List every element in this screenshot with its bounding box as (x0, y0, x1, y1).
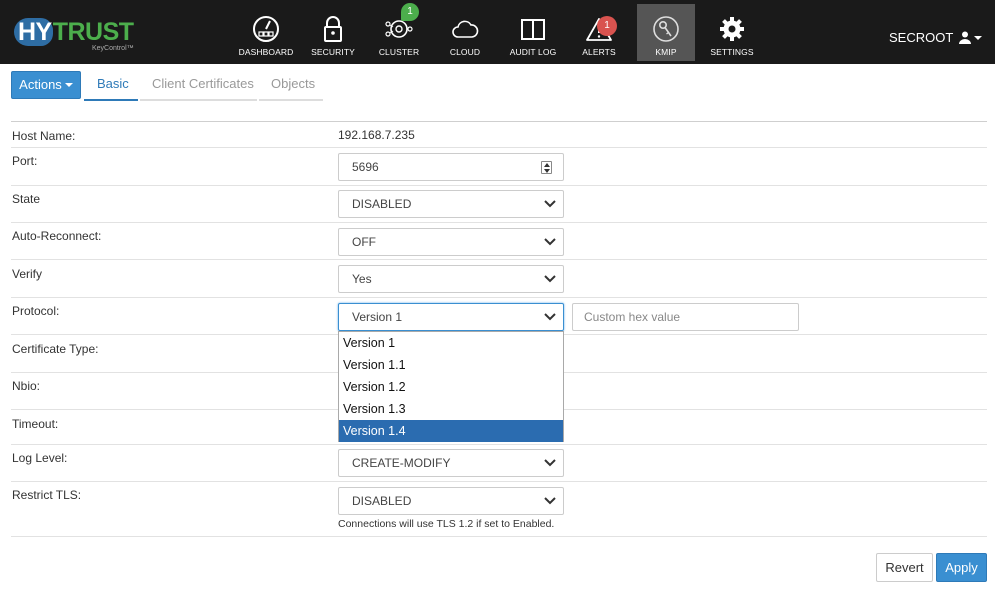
tab-objects-underline (259, 99, 323, 101)
protocol-label: Protocol: (12, 304, 60, 318)
log-level-value: CREATE-MODIFY (352, 456, 451, 470)
nav-audit-log[interactable]: AUDIT LOG (502, 4, 564, 61)
row-divider (11, 147, 987, 148)
tab-objects[interactable]: Objects (271, 76, 315, 99)
chevron-down-icon (544, 238, 556, 246)
cluster-badge: 1 (401, 3, 419, 21)
dashboard-gauge-icon (253, 16, 279, 42)
row-divider (11, 222, 987, 223)
restrict-tls-help-text: Connections will use TLS 1.2 if set to E… (338, 518, 555, 530)
auto-reconnect-label: Auto-Reconnect: (12, 229, 102, 243)
protocol-option[interactable]: Version 1.3 (339, 398, 563, 420)
actions-button[interactable]: Actions (11, 71, 81, 99)
apply-button[interactable]: Apply (936, 553, 987, 582)
tab-client-certificates[interactable]: Client Certificates (152, 76, 254, 99)
nav-label-cloud: CLOUD (449, 47, 481, 57)
nav-label-kmip: KMIP (655, 47, 677, 57)
logo-text-trust: TRUST (52, 18, 134, 46)
host-name-label: Host Name: (12, 129, 76, 143)
auto-reconnect-value: OFF (352, 235, 376, 249)
user-menu-caret-icon (974, 36, 983, 40)
protocol-option[interactable]: Version 1 (339, 332, 563, 354)
timeout-label: Timeout: (12, 417, 59, 431)
logo-text-hy: HY (14, 18, 53, 46)
state-select[interactable]: DISABLED (338, 190, 564, 218)
protocol-option[interactable]: Version 1.2 (339, 376, 563, 398)
gear-icon (720, 17, 744, 41)
nav-label-security: SECURITY (311, 47, 355, 57)
top-nav-bar: HYTRUST KeyControl™ DASHBOARD SECURITY 1… (0, 0, 995, 64)
state-value: DISABLED (352, 197, 412, 211)
protocol-value: Version 1 (352, 310, 403, 324)
chevron-down-icon (544, 275, 556, 283)
log-level-label: Log Level: (12, 451, 68, 465)
protocol-select[interactable]: Version 1 (338, 303, 564, 331)
nav-cluster[interactable]: 1 CLUSTER (368, 3, 430, 61)
chevron-down-icon (544, 313, 556, 321)
row-divider (11, 297, 987, 298)
protocol-dropdown-list: Version 1 Version 1.1 Version 1.2 Versio… (338, 331, 564, 442)
chevron-down-icon (544, 459, 556, 467)
port-input[interactable]: 5696 (338, 153, 564, 181)
user-menu[interactable]: SECROOT (889, 30, 983, 45)
log-level-select[interactable]: CREATE-MODIFY (338, 449, 564, 477)
nav-alerts[interactable]: 1 ALERTS (568, 4, 630, 61)
actions-caret-icon (64, 83, 73, 87)
nav-security[interactable]: SECURITY (302, 4, 364, 61)
row-divider (11, 481, 987, 482)
alerts-badge: 1 (597, 16, 617, 36)
key-icon (653, 16, 679, 42)
actions-button-label: Actions (19, 77, 62, 92)
port-spinner-icon[interactable] (541, 161, 552, 174)
hytrust-logo: HYTRUST KeyControl™ (14, 18, 139, 58)
protocol-option-highlighted[interactable]: Version 1.4 (339, 420, 563, 442)
username-label: SECROOT (889, 30, 954, 45)
verify-value: Yes (352, 272, 372, 286)
cloud-icon (452, 20, 479, 38)
chevron-down-icon (544, 200, 556, 208)
row-divider (11, 259, 987, 260)
nav-label-settings: SETTINGS (710, 47, 754, 57)
row-divider (11, 444, 987, 445)
row-divider (11, 536, 987, 537)
nav-label-cluster: CLUSTER (378, 47, 420, 57)
nav-label-alerts: ALERTS (582, 47, 616, 57)
revert-button[interactable]: Revert (876, 553, 933, 582)
nav-label-audit-log: AUDIT LOG (509, 47, 557, 57)
port-label: Port: (12, 154, 38, 168)
chevron-down-icon (544, 497, 556, 505)
user-icon (958, 31, 971, 44)
lock-icon (324, 16, 342, 42)
custom-hex-input[interactable] (572, 303, 799, 331)
nav-label-dashboard: DASHBOARD (238, 47, 294, 57)
nav-settings[interactable]: SETTINGS (701, 4, 763, 61)
nav-kmip[interactable]: KMIP (637, 4, 695, 61)
restrict-tls-select[interactable]: DISABLED (338, 487, 564, 515)
tab-basic[interactable]: Basic (97, 76, 129, 99)
nav-cloud[interactable]: CLOUD (434, 4, 496, 61)
verify-select[interactable]: Yes (338, 265, 564, 293)
row-divider (11, 121, 987, 122)
tab-client-certificates-underline (140, 99, 257, 101)
row-divider (11, 185, 987, 186)
state-label: State (12, 192, 41, 206)
book-icon (521, 19, 545, 40)
nbio-label: Nbio: (12, 379, 41, 393)
restrict-tls-value: DISABLED (352, 494, 412, 508)
restrict-tls-label: Restrict TLS: (12, 488, 82, 502)
logo-subtitle: KeyControl™ (92, 45, 134, 52)
host-name-value: 192.168.7.235 (338, 128, 415, 142)
verify-label: Verify (12, 267, 43, 281)
auto-reconnect-select[interactable]: OFF (338, 228, 564, 256)
protocol-option[interactable]: Version 1.1 (339, 354, 563, 376)
certificate-type-label: Certificate Type: (12, 342, 99, 356)
port-value: 5696 (352, 160, 379, 174)
nav-dashboard[interactable]: DASHBOARD (235, 4, 297, 61)
tab-basic-underline (84, 99, 138, 101)
